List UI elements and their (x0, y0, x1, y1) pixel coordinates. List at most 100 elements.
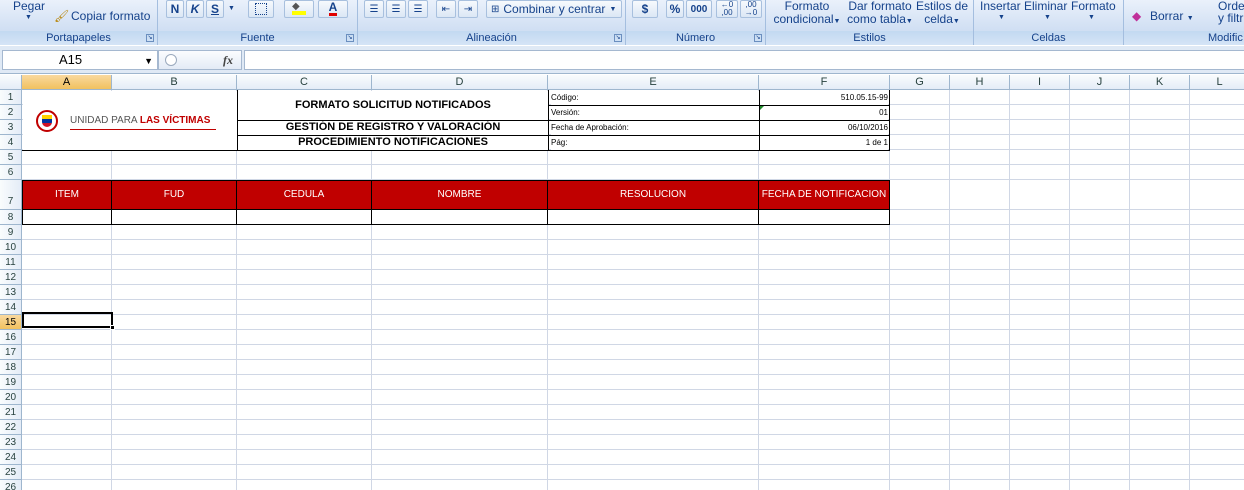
align-center-button[interactable]: ☰ (386, 0, 406, 18)
row-header[interactable]: 1 (0, 90, 22, 105)
decrease-decimal-button[interactable]: ,00 →0 (740, 0, 762, 18)
select-all-corner[interactable] (0, 75, 22, 90)
row-header[interactable]: 26 (0, 480, 22, 490)
row-header[interactable]: 23 (0, 435, 22, 450)
header-cell[interactable]: NOMBRE (372, 180, 548, 210)
row-header[interactable]: 24 (0, 450, 22, 465)
row-header[interactable]: 22 (0, 420, 22, 435)
row-header[interactable]: 19 (0, 375, 22, 390)
row-header[interactable]: 5 (0, 150, 22, 165)
format-dropdown-icon[interactable]: ▼ (1088, 14, 1095, 21)
data-cell[interactable] (22, 210, 112, 225)
column-header[interactable]: H (950, 75, 1010, 90)
italic-button[interactable]: K (186, 0, 204, 18)
conditional-format-button[interactable]: Formato condicional▼ (772, 0, 842, 28)
decrease-indent-button[interactable]: ⇤ (436, 0, 456, 18)
merge-center-button[interactable]: ⊞ Combinar y centrar ▼ (486, 0, 622, 18)
header-cell[interactable]: FUD (112, 180, 237, 210)
row-header[interactable]: 12 (0, 270, 22, 285)
row-header[interactable]: 13 (0, 285, 22, 300)
column-header[interactable]: J (1070, 75, 1130, 90)
row-header[interactable]: 25 (0, 465, 22, 480)
column-header[interactable]: F (759, 75, 890, 90)
borders-button[interactable] (248, 0, 274, 18)
increase-indent-button[interactable]: ⇥ (458, 0, 478, 18)
format-cells-button[interactable]: Formato (1071, 0, 1116, 13)
align-right-button[interactable]: ☰ (408, 0, 428, 18)
row-header[interactable]: 4 (0, 135, 22, 150)
row-header[interactable]: 6 (0, 165, 22, 180)
insert-function-icon[interactable]: fx (223, 53, 233, 68)
row-header[interactable]: 2 (0, 105, 22, 120)
header-cell[interactable]: RESOLUCION (548, 180, 759, 210)
format-painter-icon[interactable]: 🖌 (54, 9, 69, 23)
name-box-dropdown-icon[interactable]: ▼ (144, 52, 153, 70)
pag-value[interactable]: 1 de 1 (760, 136, 888, 150)
formula-input[interactable] (244, 50, 1244, 70)
column-header[interactable]: G (890, 75, 950, 90)
row-header[interactable]: 20 (0, 390, 22, 405)
codigo-value[interactable]: 510.05.15-99 (760, 91, 888, 106)
data-cell[interactable] (548, 210, 759, 225)
dialog-launcher-icon[interactable]: ↘ (614, 34, 622, 42)
font-color-button[interactable]: A (318, 0, 348, 18)
column-header[interactable]: L (1190, 75, 1244, 90)
dialog-launcher-icon[interactable]: ↘ (754, 34, 762, 42)
row-header[interactable]: 8 (0, 210, 22, 225)
data-cell[interactable] (237, 210, 372, 225)
underline-dropdown-icon[interactable]: ▼ (228, 5, 235, 12)
row-header[interactable]: 10 (0, 240, 22, 255)
row-header[interactable]: 15 (0, 315, 22, 330)
row-header[interactable]: 11 (0, 255, 22, 270)
dialog-launcher-icon[interactable]: ↘ (346, 34, 354, 42)
codigo-label[interactable]: Código: (551, 91, 759, 106)
title-procedimiento[interactable]: PROCEDIMIENTO NOTIFICACIONES (238, 135, 548, 150)
delete-dropdown-icon[interactable]: ▼ (1044, 14, 1051, 21)
header-cell[interactable]: FECHA DE NOTIFICACION (759, 180, 890, 210)
column-header[interactable]: C (237, 75, 372, 90)
underline-button[interactable]: S (206, 0, 224, 18)
title-formato[interactable]: FORMATO SOLICITUD NOTIFICADOS (238, 91, 548, 120)
copy-format-button[interactable]: Copiar formato (71, 10, 150, 23)
column-header[interactable]: E (548, 75, 759, 90)
clear-button[interactable]: Borrar ▼ (1150, 10, 1194, 25)
insert-cells-button[interactable]: Insertar (980, 0, 1021, 13)
bold-button[interactable]: N (166, 0, 184, 18)
header-cell[interactable]: CEDULA (237, 180, 372, 210)
paste-dropdown-icon[interactable]: ▼ (25, 14, 32, 21)
thousands-button[interactable]: 000 (686, 0, 712, 18)
increase-decimal-button[interactable]: ←0 ,00 (716, 0, 738, 18)
row-header[interactable]: 16 (0, 330, 22, 345)
selected-cell[interactable] (22, 312, 113, 328)
insert-dropdown-icon[interactable]: ▼ (998, 14, 1005, 21)
row-header[interactable]: 7 (0, 180, 22, 210)
column-header[interactable]: A (22, 75, 112, 90)
worksheet-grid[interactable]: ABCDEFGHIJKL 1 2 3 4 5 6 7 8 9 10 11 12 13 14 15 16 17 18… (0, 75, 1244, 490)
fill-handle[interactable] (110, 325, 115, 330)
column-header[interactable]: K (1130, 75, 1190, 90)
data-cell[interactable] (112, 210, 237, 225)
row-header[interactable]: 9 (0, 225, 22, 240)
name-box[interactable]: A15 ▼ (2, 50, 158, 70)
dialog-launcher-icon[interactable]: ↘ (146, 34, 154, 42)
row-header[interactable]: 21 (0, 405, 22, 420)
percent-button[interactable]: % (666, 0, 684, 18)
data-cell[interactable] (759, 210, 890, 225)
column-header[interactable]: D (372, 75, 548, 90)
version-value[interactable]: 01 (760, 106, 888, 121)
row-header[interactable]: 3 (0, 120, 22, 135)
data-cell[interactable] (372, 210, 548, 225)
pag-label[interactable]: Pág: (551, 136, 759, 150)
currency-button[interactable]: $ (632, 0, 658, 18)
row-header[interactable]: 14 (0, 300, 22, 315)
title-gestion[interactable]: GESTIÓN DE REGISTRO Y VALORACIÓN (238, 120, 548, 135)
align-left-button[interactable]: ☰ (364, 0, 384, 18)
version-label[interactable]: Versión: (551, 106, 759, 121)
column-header[interactable]: I (1010, 75, 1070, 90)
column-header[interactable]: B (112, 75, 237, 90)
fecha-value[interactable]: 06/10/2016 (760, 121, 888, 136)
format-as-table-button[interactable]: Dar formato como tabla▼ (846, 0, 914, 28)
fill-color-button[interactable]: ◆ (284, 0, 314, 18)
paste-button[interactable]: Pegar (13, 0, 45, 13)
delete-cells-button[interactable]: Eliminar (1024, 0, 1067, 13)
